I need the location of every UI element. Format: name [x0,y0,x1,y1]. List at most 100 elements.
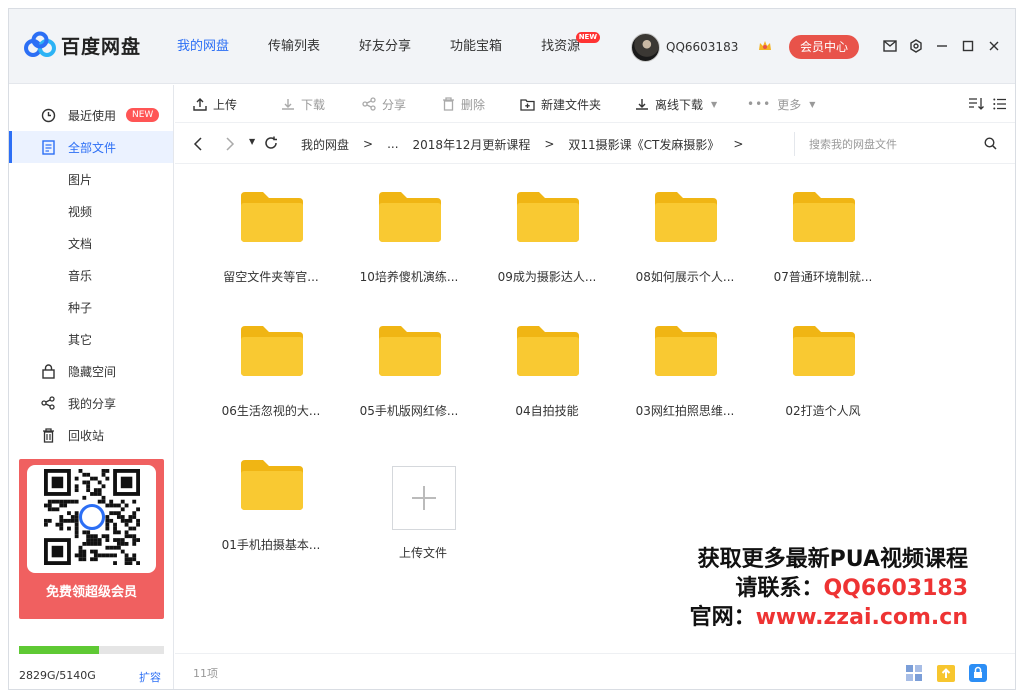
tab-label: 找资源 [541,39,581,54]
download-button[interactable]: 下载 [281,85,325,123]
upload-button[interactable]: 上传 [193,85,237,123]
folder-item[interactable]: 05手机版网红修... [349,299,469,418]
tab-label: 我的网盘 [177,39,230,54]
tab-label: 好友分享 [359,39,412,54]
chevron-down-icon: ▼ [711,99,718,109]
sidebar-item-videos[interactable]: 视频 [9,195,173,227]
offline-download-button[interactable]: 离线下载 ▼ [635,85,717,123]
watermark-prefix: 官网： [689,605,756,630]
folder-item[interactable]: 02打造个人风 [763,299,883,418]
folder-name: 03网红拍照思维... [635,404,735,418]
more-button[interactable]: ••• 更多 ▼ [747,85,815,123]
upload-box[interactable] [392,466,456,530]
breadcrumb-separator: > [544,137,555,151]
member-center-button[interactable]: 会员中心 [789,35,859,59]
sidebar-item-others[interactable]: 其它 [9,323,173,355]
window-controls [877,36,1007,56]
folder-name: 06生活忽视的大... [221,404,321,418]
tab-friend-share[interactable]: 好友分享 [359,9,411,84]
app-logo[interactable]: 百度网盘 [23,29,141,61]
crown-icon[interactable] [757,38,773,54]
breadcrumb-item[interactable]: 我的网盘 [301,136,349,153]
baidu-cloud-icon [24,31,56,57]
search-input[interactable] [809,136,969,152]
avatar[interactable] [631,32,660,62]
tab-toolbox[interactable]: 功能宝箱 [450,9,502,84]
sidebar-item-label: 图片 [68,172,93,187]
search-box [794,132,1003,156]
app-window: 百度网盘 我的网盘 传输列表 好友分享 功能宝箱 找资源 NEW QQ660318… [8,8,1016,690]
folder-item[interactable]: 06生活忽视的大... [211,299,331,418]
watermark-line: 官网：www.zzai.com.cn [690,603,968,632]
breadcrumb-item[interactable]: 双11摄影课《CT发麻摄影》 [568,136,719,153]
folder-item[interactable]: 09成为摄影达人... [487,165,607,284]
user-profile[interactable]: QQ6603183 [631,32,738,62]
list-view-icon [993,98,1006,110]
upload-file-tile[interactable]: 上传文件 [363,466,483,576]
lock-safe-icon[interactable] [967,662,989,684]
search-icon[interactable] [984,137,997,153]
folder-item[interactable]: 01手机拍摄基本... [211,433,331,552]
list-view-button[interactable] [993,85,1013,123]
close-icon[interactable] [981,36,1007,56]
breadcrumb-item[interactable]: 2018年12月更新课程 [413,136,531,153]
folder-item[interactable]: 留空文件夹等官... [211,165,331,284]
sidebar-item-recent[interactable]: 最近使用 NEW [9,99,173,131]
sidebar-item-label: 文档 [68,236,93,251]
logo-text: 百度网盘 [61,35,142,58]
sidebar-item-torrents[interactable]: 种子 [9,291,173,323]
sidebar-item-label: 我的分享 [68,396,117,411]
storage-usage: 2829G/5140G [19,669,96,682]
file-icon [40,139,56,155]
folder-name: 留空文件夹等官... [223,270,319,284]
promo-banner[interactable]: 免费领超级会员 [19,459,164,619]
status-icons [903,662,999,684]
folder-icon [793,326,855,376]
sidebar-item-hidden-space[interactable]: 隐藏空间 [9,355,173,387]
folder-item[interactable]: 10培养傻机演练... [349,165,469,284]
watermark-contact: QQ6603183 [823,576,968,601]
folder-icon [793,192,855,242]
sort-icon [969,98,984,110]
folder-item[interactable]: 07普通环境制就... [763,165,883,284]
storage-bar [19,646,164,654]
history-dropdown-icon[interactable]: ▼ [249,137,255,146]
maximize-icon[interactable] [955,36,981,56]
sort-button[interactable] [968,85,990,123]
tab-my-drive[interactable]: 我的网盘 [177,9,229,84]
forward-icon[interactable] [225,137,235,154]
sidebar-item-all-files[interactable]: 全部文件 [9,131,173,163]
trash-icon [443,97,454,111]
plus-icon [412,486,436,510]
minimize-icon[interactable] [929,36,955,56]
sidebar-item-my-shares[interactable]: 我的分享 [9,387,173,419]
folder-item[interactable]: 03网红拍照思维... [625,299,745,418]
refresh-icon[interactable] [264,136,278,153]
watermark-overlay: 获取更多最新PUA视频课程 请联系：QQ6603183 官网：www.zzai.… [690,545,968,632]
settings-icon[interactable] [903,36,929,56]
sidebar-item-music[interactable]: 音乐 [9,259,173,291]
share-button[interactable]: 分享 [362,85,406,123]
file-grid: 留空文件夹等官... 10培养傻机演练... 09成为摄影达人... 08如何展示个人… [175,165,1015,653]
breadcrumb-ellipsis[interactable]: ... [387,137,398,151]
sidebar-item-images[interactable]: 图片 [9,163,173,195]
delete-button[interactable]: 删除 [442,85,485,123]
new-folder-button[interactable]: 新建文件夹 [520,85,601,123]
folder-item[interactable]: 04自拍技能 [487,299,607,418]
delete-label: 删除 [461,97,486,112]
back-icon[interactable] [193,137,203,154]
offline-download-label: 离线下载 [655,97,704,112]
sidebar-item-documents[interactable]: 文档 [9,227,173,259]
folder-icon [241,326,303,376]
sidebar-item-recycle-bin[interactable]: 回收站 [9,419,173,451]
mail-icon[interactable] [877,36,903,56]
tab-transfer-list[interactable]: 传输列表 [268,9,320,84]
folder-item[interactable]: 08如何展示个人... [625,165,745,284]
tab-find-resources[interactable]: 找资源 NEW [541,9,601,84]
download-label: 下载 [301,97,326,112]
grid-apps-icon[interactable] [903,662,925,684]
watermark-url: www.zzai.com.cn [755,605,968,630]
share-icon [40,395,56,411]
expand-storage-link[interactable]: 扩容 [139,669,161,685]
upload-folder-icon[interactable] [935,662,957,684]
